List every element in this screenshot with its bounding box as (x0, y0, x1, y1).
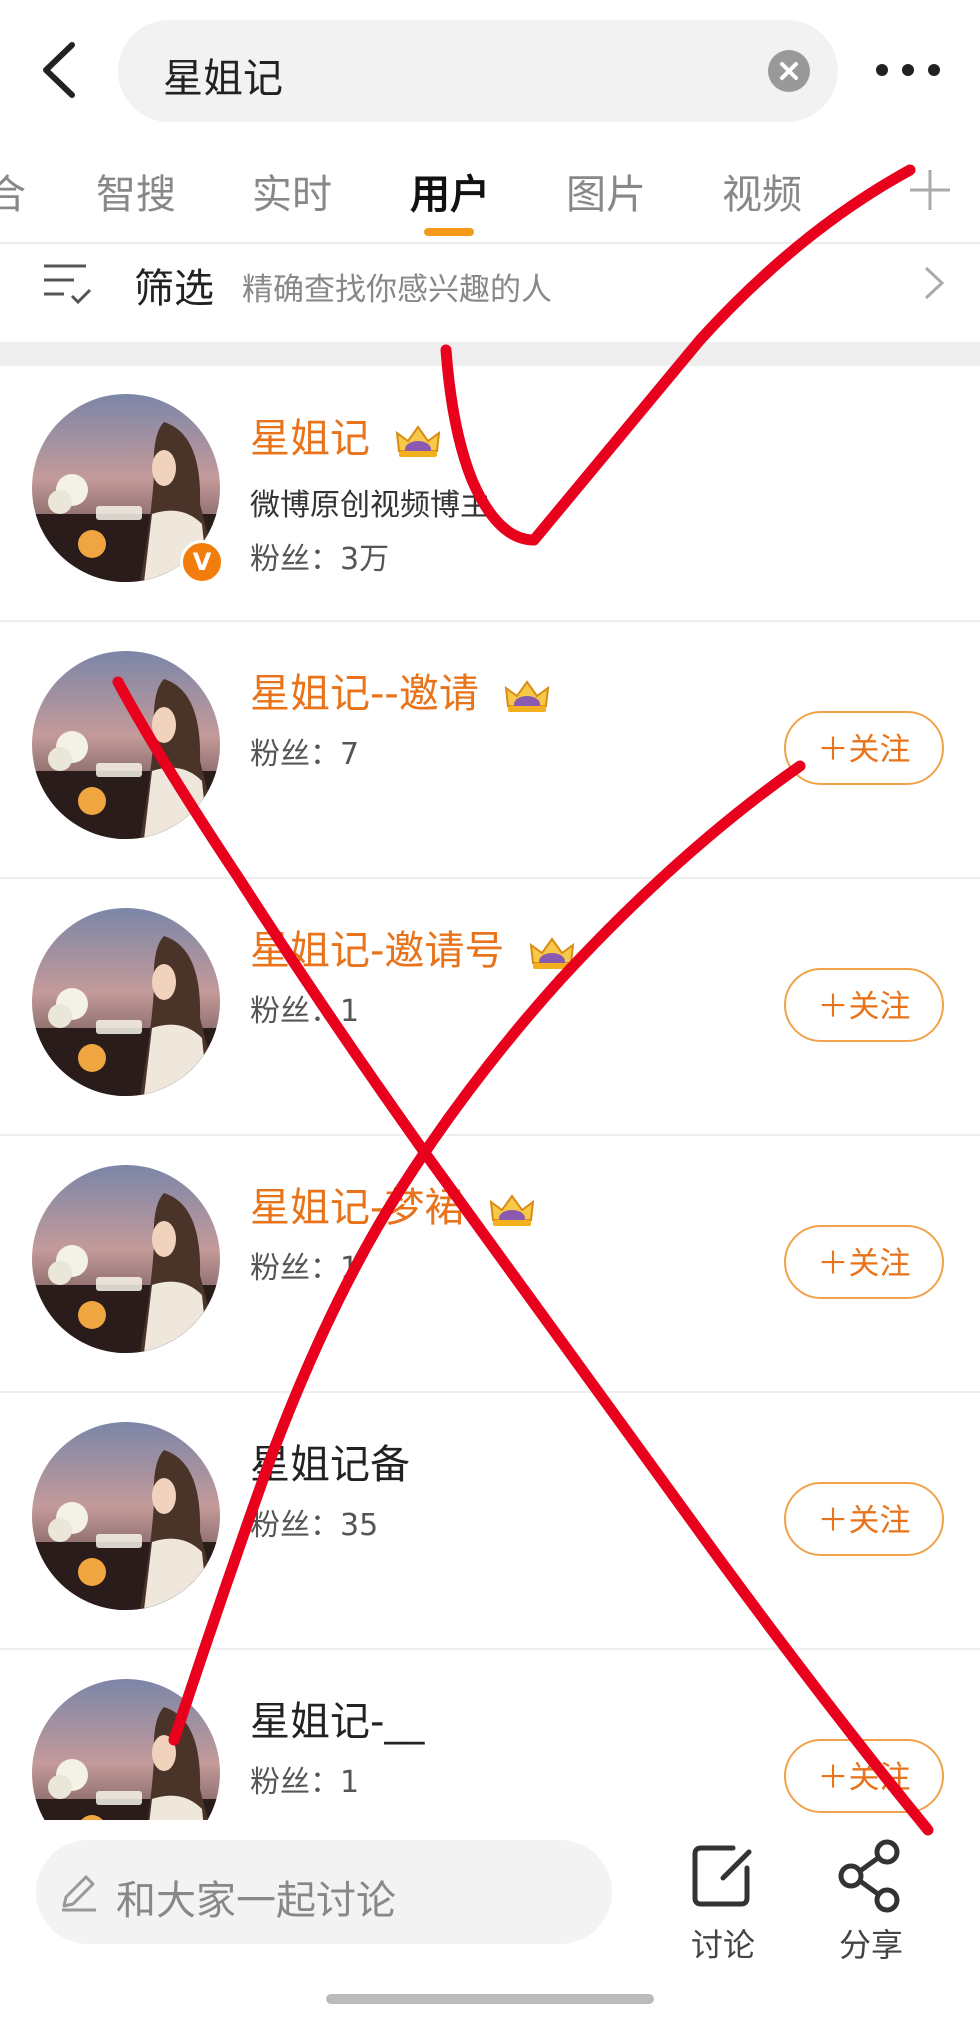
avatar[interactable] (32, 1165, 220, 1353)
section-divider (0, 342, 980, 366)
user-name-text: 星姐记备 (250, 1442, 410, 1488)
crown-icon (489, 1194, 535, 1226)
user-row[interactable]: 星姐记备 粉丝：35 ＋关注 (0, 1394, 980, 1650)
crown-icon (529, 937, 575, 969)
avatar[interactable] (32, 908, 220, 1096)
crown-icon (504, 680, 549, 712)
tab-images[interactable]: 图片 (566, 162, 646, 220)
follow-button[interactable]: ＋关注 (784, 1225, 944, 1299)
avatar[interactable] (32, 1422, 220, 1610)
clear-button[interactable] (768, 50, 810, 92)
user-name[interactable]: 星姐记-__ (250, 1689, 424, 1747)
user-name[interactable]: 星姐记--邀请 (250, 661, 552, 719)
avatar-photo (32, 1165, 220, 1353)
top-bar: 星姐记 (0, 0, 980, 140)
tab-smart-search[interactable]: 智搜 (96, 162, 176, 220)
follow-button[interactable]: ＋关注 (784, 1739, 944, 1813)
avatar[interactable] (32, 651, 220, 839)
follow-button[interactable]: ＋关注 (784, 711, 944, 785)
search-input[interactable]: 星姐记 (118, 20, 838, 122)
user-name[interactable]: 星姐记-梦裙 (250, 1175, 537, 1233)
active-tab-indicator (424, 228, 474, 236)
row-divider (0, 1648, 980, 1650)
fans-count: 粉丝：1 (250, 994, 360, 1029)
user-name-text: 星姐记 (250, 416, 370, 462)
user-name-text: 星姐记-梦裙 (250, 1185, 465, 1231)
user-row[interactable]: 星姐记--邀请 粉丝：7 ＋关注 (0, 623, 980, 879)
row-divider (0, 877, 980, 879)
back-icon (43, 42, 75, 98)
avatar-photo (32, 1422, 220, 1610)
user-name-text: 星姐记-邀请号 (250, 928, 505, 974)
more-icon (876, 64, 940, 76)
pencil-icon (62, 1875, 96, 1912)
plus-icon (910, 170, 950, 210)
user-row[interactable]: 星姐记-梦裙 粉丝：1 ＋关注 (0, 1137, 980, 1393)
share-button[interactable]: 分享 (816, 1832, 926, 1964)
avatar-photo (32, 908, 220, 1096)
filter-icon (44, 264, 92, 305)
fans-count: 粉丝：1 (250, 1765, 360, 1800)
search-query: 星姐记 (163, 56, 283, 102)
follow-button[interactable]: ＋关注 (784, 968, 944, 1042)
user-name-text: 星姐记-__ (250, 1699, 425, 1745)
user-name-text: 星姐记--邀请 (250, 671, 479, 717)
crown-icon (395, 425, 440, 457)
user-row[interactable]: V 星姐记 微博原创视频博主 粉丝：3万 (0, 366, 980, 622)
row-divider (0, 1391, 980, 1393)
fans-count: 粉丝：3万 (250, 542, 390, 577)
more-button[interactable] (868, 40, 948, 100)
user-name[interactable]: 星姐记-邀请号 (250, 918, 577, 976)
row-divider (0, 1134, 980, 1136)
user-name[interactable]: 星姐记 (250, 406, 443, 464)
filter-description: 精确查找你感兴趣的人 (242, 272, 552, 308)
tab-videos[interactable]: 视频 (722, 162, 802, 220)
tab-comprehensive[interactable]: 合 (0, 162, 26, 220)
divider (0, 242, 980, 244)
fans-count: 粉丝：1 (250, 1251, 360, 1286)
avatar-photo (32, 651, 220, 839)
tab-realtime[interactable]: 实时 (252, 162, 332, 220)
add-tab-button[interactable] (900, 160, 960, 220)
discuss-label: 讨论 (690, 1926, 755, 1964)
filter-label: 筛选 (134, 266, 214, 312)
user-row[interactable]: 星姐记-邀请号 粉丝：1 ＋关注 (0, 880, 980, 1136)
clear-icon (780, 62, 798, 80)
discuss-icon (692, 1845, 752, 1907)
discuss-button[interactable]: 讨论 (668, 1832, 778, 1964)
verified-badge-icon: V (180, 540, 224, 584)
tab-users[interactable]: 用户 (410, 162, 490, 220)
share-label: 分享 (838, 1926, 903, 1964)
user-name[interactable]: 星姐记备 (250, 1432, 410, 1490)
user-bio: 微博原创视频博主 (250, 488, 490, 523)
comment-input[interactable]: 和大家一起讨论 (36, 1840, 612, 1944)
row-divider (0, 620, 980, 622)
chevron-right-icon (924, 266, 945, 300)
share-icon (838, 1839, 900, 1913)
tab-bar: 合 智搜 实时 用户 图片 视频 (0, 150, 980, 242)
back-button[interactable] (30, 35, 90, 105)
fans-count: 粉丝：7 (250, 737, 360, 772)
follow-button[interactable]: ＋关注 (784, 1482, 944, 1556)
fans-count: 粉丝：35 (250, 1508, 379, 1543)
comment-placeholder: 和大家一起讨论 (116, 1878, 396, 1924)
home-indicator[interactable] (326, 1994, 654, 2004)
